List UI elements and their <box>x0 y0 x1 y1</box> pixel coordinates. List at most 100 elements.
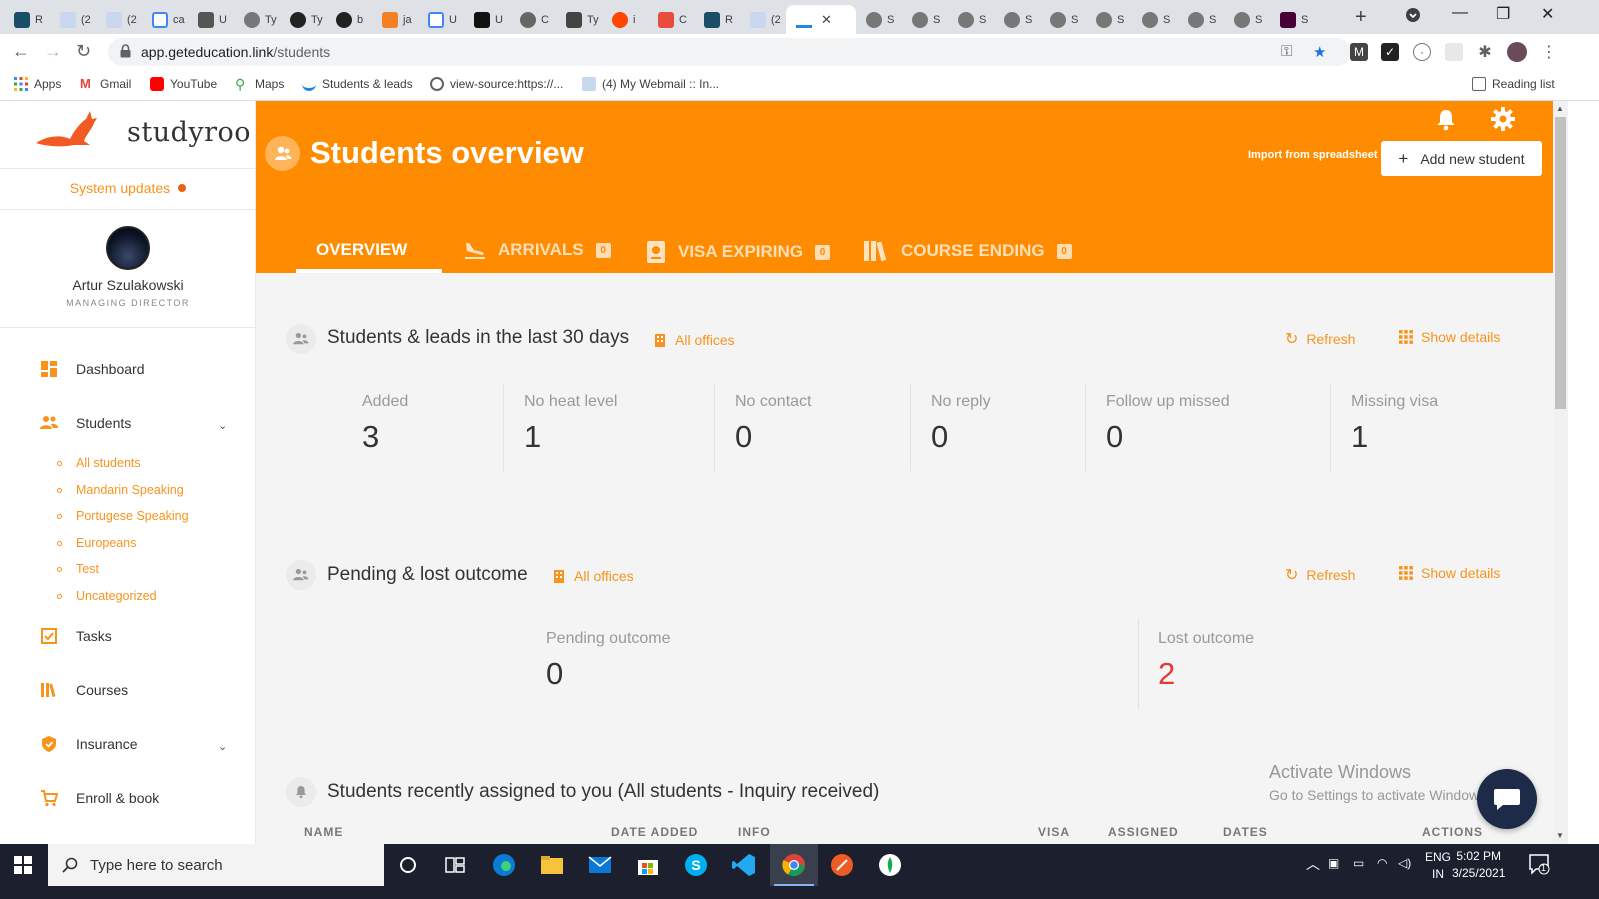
mongodb-compass-icon[interactable] <box>877 852 903 878</box>
browser-tab[interactable]: S <box>1270 5 1314 34</box>
browser-tab[interactable]: Ty <box>280 5 324 34</box>
browser-tab[interactable]: b <box>326 5 370 34</box>
column-header[interactable]: VISA <box>1038 825 1070 839</box>
browser-tab[interactable]: C <box>648 5 692 34</box>
close-tab-icon[interactable]: ✕ <box>821 12 832 28</box>
office-filter[interactable]: All offices <box>552 568 634 584</box>
show-details-button[interactable]: Show details <box>1399 565 1500 581</box>
file-explorer-icon[interactable] <box>539 852 565 878</box>
bookmark-students-leads[interactable]: Students & leads <box>302 77 413 91</box>
browser-tab[interactable]: U <box>464 5 508 34</box>
cortana-icon[interactable] <box>395 852 421 878</box>
student-group-link[interactable]: Europeans <box>57 536 136 550</box>
windows-start-icon[interactable] <box>14 856 32 879</box>
url-input[interactable]: app.geteducation.link/students ⚿ ★ <box>108 38 1351 66</box>
browser-tab[interactable]: S <box>994 5 1038 34</box>
tab-search-icon[interactable] <box>1405 7 1421 28</box>
gmail-ext-icon[interactable]: M <box>1350 43 1368 61</box>
browser-tab[interactable]: S <box>1178 5 1222 34</box>
bookmark-view-source[interactable]: view-source:https://... <box>430 77 563 91</box>
profile-avatar[interactable] <box>1507 42 1527 62</box>
reload-icon[interactable]: ↻ <box>76 41 91 62</box>
notification-center-icon[interactable]: 1 <box>1528 853 1550 878</box>
back-icon[interactable]: ← <box>12 41 30 62</box>
browser-tab-active[interactable]: ✕ <box>786 5 856 34</box>
browser-tab[interactable]: Ty <box>556 5 600 34</box>
check-ext-icon[interactable]: ✓ <box>1381 43 1399 61</box>
student-group-link[interactable]: Uncategorized <box>57 589 157 603</box>
browser-tab[interactable]: S <box>1086 5 1130 34</box>
system-clock[interactable]: 5:02 PM 3/25/2021 <box>1452 848 1505 882</box>
bookmark-gmail[interactable]: M Gmail <box>80 77 131 92</box>
bookmark-maps[interactable]: ⚲ Maps <box>235 77 284 91</box>
student-group-link[interactable]: Portugese Speaking <box>57 509 189 523</box>
language-indicator[interactable]: ENG IN <box>1425 849 1451 883</box>
ext-icon[interactable] <box>1445 43 1463 61</box>
browser-tab[interactable]: C <box>510 5 554 34</box>
bell-icon[interactable] <box>1436 109 1456 136</box>
column-header[interactable]: INFO <box>738 825 771 839</box>
nav-tasks[interactable]: Tasks <box>40 627 112 645</box>
bookmark-webmail[interactable]: (4) My Webmail :: In... <box>582 77 719 91</box>
volume-icon[interactable]: ◁) <box>1398 856 1411 870</box>
column-header[interactable]: DATES <box>1223 825 1268 839</box>
tab-overview[interactable]: OVERVIEW <box>316 240 407 260</box>
key-icon[interactable]: ⚿ <box>1281 43 1292 60</box>
forward-icon[interactable]: → <box>44 41 62 62</box>
chevron-down-icon[interactable]: ⌄ <box>218 740 227 753</box>
restore-icon[interactable]: ❐ <box>1496 4 1510 24</box>
tab-arrivals[interactable]: ARRIVALS 0 <box>464 240 611 260</box>
chevron-down-icon[interactable]: ⌄ <box>218 419 227 432</box>
vscode-icon[interactable] <box>731 852 757 878</box>
browser-tab[interactable]: S <box>1132 5 1176 34</box>
browser-tab[interactable]: S <box>1040 5 1084 34</box>
page-scrollbar[interactable]: ▲ ▼ <box>1553 101 1568 844</box>
menu-kebab-icon[interactable]: ⋮ <box>1540 43 1558 61</box>
browser-tab[interactable]: ca <box>142 5 186 34</box>
browser-tab[interactable]: i <box>602 5 646 34</box>
browser-tab[interactable]: R <box>4 5 48 34</box>
browser-tab[interactable]: U <box>418 5 462 34</box>
browser-tab[interactable]: S <box>856 5 900 34</box>
column-header[interactable]: ASSIGNED <box>1108 825 1179 839</box>
bookmark-youtube[interactable]: YouTube <box>150 77 217 91</box>
nav-courses[interactable]: Courses <box>40 681 128 699</box>
gear-icon[interactable] <box>1490 106 1516 137</box>
browser-tab[interactable]: ja <box>372 5 416 34</box>
edge-icon[interactable] <box>491 852 517 878</box>
system-updates-link[interactable]: System updates <box>0 180 256 196</box>
battery-icon[interactable]: ▭ <box>1353 856 1364 870</box>
reading-list-button[interactable]: Reading list <box>1472 77 1555 91</box>
tab-visa-expiring[interactable]: VISA EXPIRING 0 <box>646 240 831 264</box>
nav-students[interactable]: Students <box>40 414 131 432</box>
browser-tab[interactable]: R <box>694 5 738 34</box>
student-group-link[interactable]: Mandarin Speaking <box>57 483 184 497</box>
tray-chevron-up-icon[interactable]: ︿ <box>1306 854 1320 874</box>
chrome-icon[interactable] <box>781 852 807 878</box>
browser-tab[interactable]: S <box>902 5 946 34</box>
tray-device-icon[interactable]: ▣ <box>1328 856 1339 870</box>
close-window-icon[interactable]: ✕ <box>1541 4 1554 24</box>
bookmark-apps[interactable]: Apps <box>14 77 61 91</box>
browser-tab[interactable]: Ty <box>234 5 278 34</box>
refresh-button[interactable]: ↻ Refresh <box>1285 565 1355 585</box>
scrollbar-thumb[interactable] <box>1555 117 1566 409</box>
browser-tab[interactable]: S <box>948 5 992 34</box>
scroll-up-icon[interactable]: ▲ <box>1556 104 1564 113</box>
add-new-student-button[interactable]: + Add new student <box>1381 141 1542 176</box>
task-view-icon[interactable] <box>442 852 468 878</box>
show-details-button[interactable]: Show details <box>1399 329 1500 345</box>
nav-dashboard[interactable]: Dashboard <box>40 360 145 378</box>
student-group-link[interactable]: Test <box>57 562 99 576</box>
column-header[interactable]: DATE ADDED <box>611 825 698 839</box>
bookmark-star-icon[interactable]: ★ <box>1313 43 1326 61</box>
skype-icon[interactable]: S <box>683 852 709 878</box>
puzzle-icon[interactable]: ✱ <box>1476 43 1494 61</box>
taskbar-search-input[interactable]: Type here to search <box>48 844 384 886</box>
new-tab-button[interactable]: + <box>1355 6 1367 29</box>
store-icon[interactable] <box>635 852 661 878</box>
tab-course-ending[interactable]: COURSE ENDING 0 <box>863 240 1072 262</box>
studyroo-logo[interactable]: studyroo <box>34 105 251 161</box>
nav-insurance[interactable]: Insurance <box>40 735 137 753</box>
import-spreadsheet-link[interactable]: Import from spreadsheet <box>1248 149 1378 161</box>
